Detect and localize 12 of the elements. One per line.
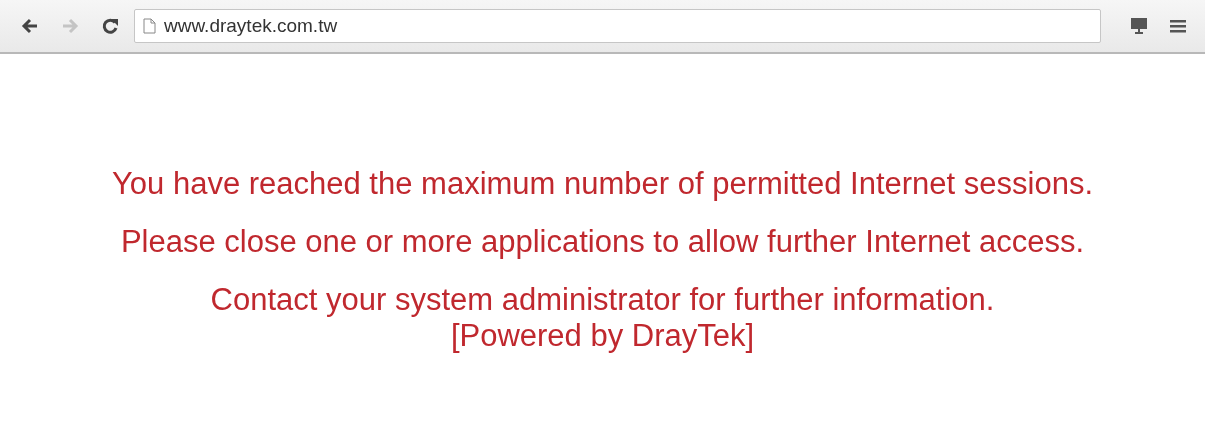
- reload-icon: [101, 17, 119, 35]
- page-icon: [143, 18, 156, 34]
- error-message: Please close one or more applications to allow further Internet access.: [120, 224, 1085, 260]
- url-text: www.draytek.com.tw: [164, 15, 338, 37]
- menu-icon[interactable]: [1169, 18, 1187, 34]
- error-message: [Powered by DrayTek]: [450, 318, 755, 354]
- arrow-icon: [21, 18, 39, 34]
- arrow-icon: [61, 18, 79, 34]
- address-bar[interactable]: www.draytek.com.tw: [134, 9, 1101, 43]
- error-message: You have reached the maximum number of permitted Internet sessions.: [111, 166, 1093, 202]
- monitor-icon[interactable]: [1129, 16, 1149, 36]
- error-message: Contact your system administrator for further information.: [210, 282, 995, 318]
